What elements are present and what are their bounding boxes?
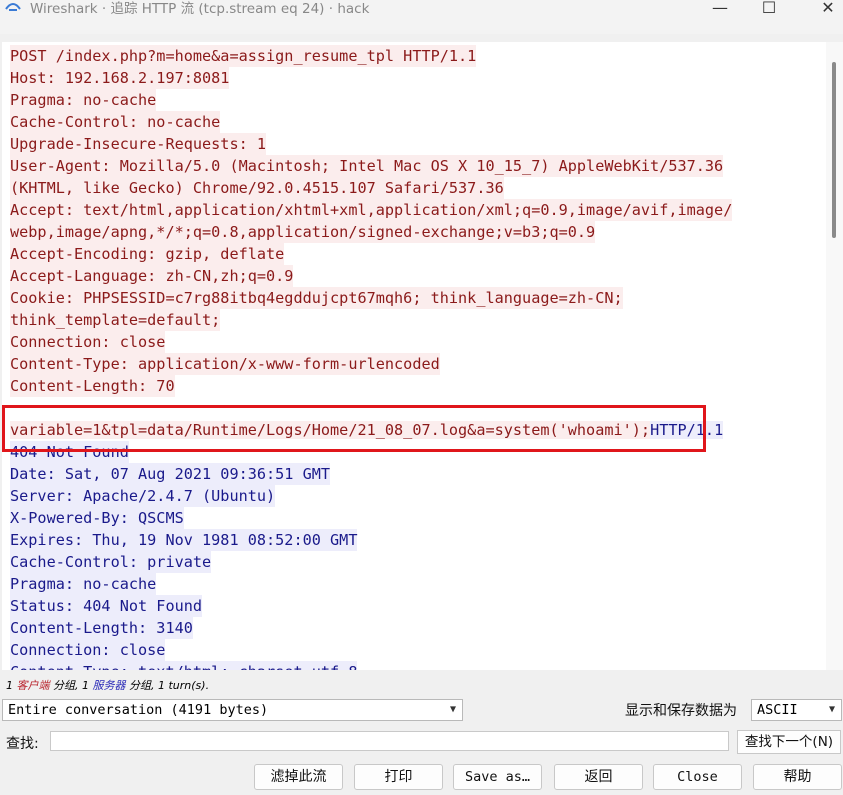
close-icon[interactable]: ✕ xyxy=(808,0,843,20)
client-request-line: Content-Length: 70 xyxy=(10,375,175,397)
scrollbar-thumb[interactable] xyxy=(832,62,836,238)
client-request-line: Pragma: no-cache xyxy=(10,89,157,111)
back-button[interactable]: 返回 xyxy=(554,764,643,790)
stream-summary: 1 客户端 分组, 1 服务器 分组, 1 turn(s). xyxy=(6,677,209,693)
server-response-line: Status: 404 Not Found xyxy=(10,595,203,617)
summary-prefix: 1 xyxy=(6,679,17,692)
filter-out-button[interactable]: 滤掉此流 xyxy=(254,764,343,790)
window-title: Wireshark · 追踪 HTTP 流 (tcp.stream eq 24)… xyxy=(30,1,370,17)
highlight-box xyxy=(2,405,706,452)
client-request-line: Host: 192.168.2.197:8081 xyxy=(10,67,230,89)
client-request-line: (KHTML, like Gecko) Chrome/92.0.4515.107… xyxy=(10,177,504,199)
server-response-line: Pragma: no-cache xyxy=(10,573,157,595)
title-bar: Wireshark · 追踪 HTTP 流 (tcp.stream eq 24)… xyxy=(0,0,843,34)
client-request-line: Accept-Encoding: gzip, deflate xyxy=(10,243,285,265)
summary-suffix: 分组, 1 turn(s). xyxy=(125,679,210,692)
maximize-icon[interactable]: ☐ xyxy=(749,0,789,20)
server-label: 服务器 xyxy=(92,679,126,692)
client-request-line: Cache-Control: no-cache xyxy=(10,111,221,133)
client-request-line: think_template=default; xyxy=(10,309,221,331)
print-button[interactable]: 打印 xyxy=(354,764,443,790)
encoding-label: 显示和保存数据为 xyxy=(625,703,737,719)
server-response-line: Server: Apache/2.4.7 (Ubuntu) xyxy=(10,485,276,507)
save-as-button[interactable]: Save as… xyxy=(453,764,542,790)
encoding-select-value: ASCII xyxy=(757,702,798,718)
find-input[interactable] xyxy=(50,731,729,751)
client-request-line: User-Agent: Mozilla/5.0 (Macintosh; Inte… xyxy=(10,155,724,177)
close-button[interactable]: Close xyxy=(653,764,742,790)
client-request-line: Accept: text/html,application/xhtml+xml,… xyxy=(10,199,733,221)
chevron-down-icon: ▼ xyxy=(828,704,835,715)
client-request-line: webp,image/apng,*/*;q=0.8,application/si… xyxy=(10,221,596,243)
server-response-line: Connection: close xyxy=(10,639,166,661)
find-next-button[interactable]: 查找下一个(N) xyxy=(737,730,841,754)
summary-mid: 分组, 1 xyxy=(49,679,93,692)
client-request-line: Accept-Language: zh-CN,zh;q=0.9 xyxy=(10,265,294,287)
client-request-line: Upgrade-Insecure-Requests: 1 xyxy=(10,133,267,155)
conversation-select-value: Entire conversation (4191 bytes) xyxy=(8,702,269,718)
minimize-icon[interactable]: — xyxy=(700,0,740,20)
encoding-select[interactable]: ASCII ▼ xyxy=(751,699,842,721)
client-label: 客户端 xyxy=(16,679,50,692)
server-response-line: Content-Type: text/html; charset=utf-8 xyxy=(10,661,358,670)
server-response-line: Expires: Thu, 19 Nov 1981 08:52:00 GMT xyxy=(10,529,358,551)
server-response-line: Cache-Control: private xyxy=(10,551,212,573)
client-request-line: Connection: close xyxy=(10,331,166,353)
client-request-line: Cookie: PHPSESSID=c7rg88itbq4egddujcpt67… xyxy=(10,287,623,309)
help-button[interactable]: 帮助 xyxy=(753,764,842,790)
find-label: 查找: xyxy=(6,736,39,752)
client-request-line: POST /index.php?m=home&a=assign_resume_t… xyxy=(10,45,477,67)
server-response-line: Date: Sat, 07 Aug 2021 09:36:51 GMT xyxy=(10,463,331,485)
client-request-line: Content-Type: application/x-www-form-url… xyxy=(10,353,440,375)
stream-text-view[interactable]: POST /index.php?m=home&a=assign_resume_t… xyxy=(2,42,826,670)
server-response-line: X-Powered-By: QSCMS xyxy=(10,507,184,529)
conversation-select[interactable]: Entire conversation (4191 bytes) ▼ xyxy=(2,699,463,721)
chevron-down-icon: ▼ xyxy=(449,704,456,715)
server-response-line: Content-Length: 3140 xyxy=(10,617,193,639)
wireshark-icon xyxy=(5,3,21,11)
